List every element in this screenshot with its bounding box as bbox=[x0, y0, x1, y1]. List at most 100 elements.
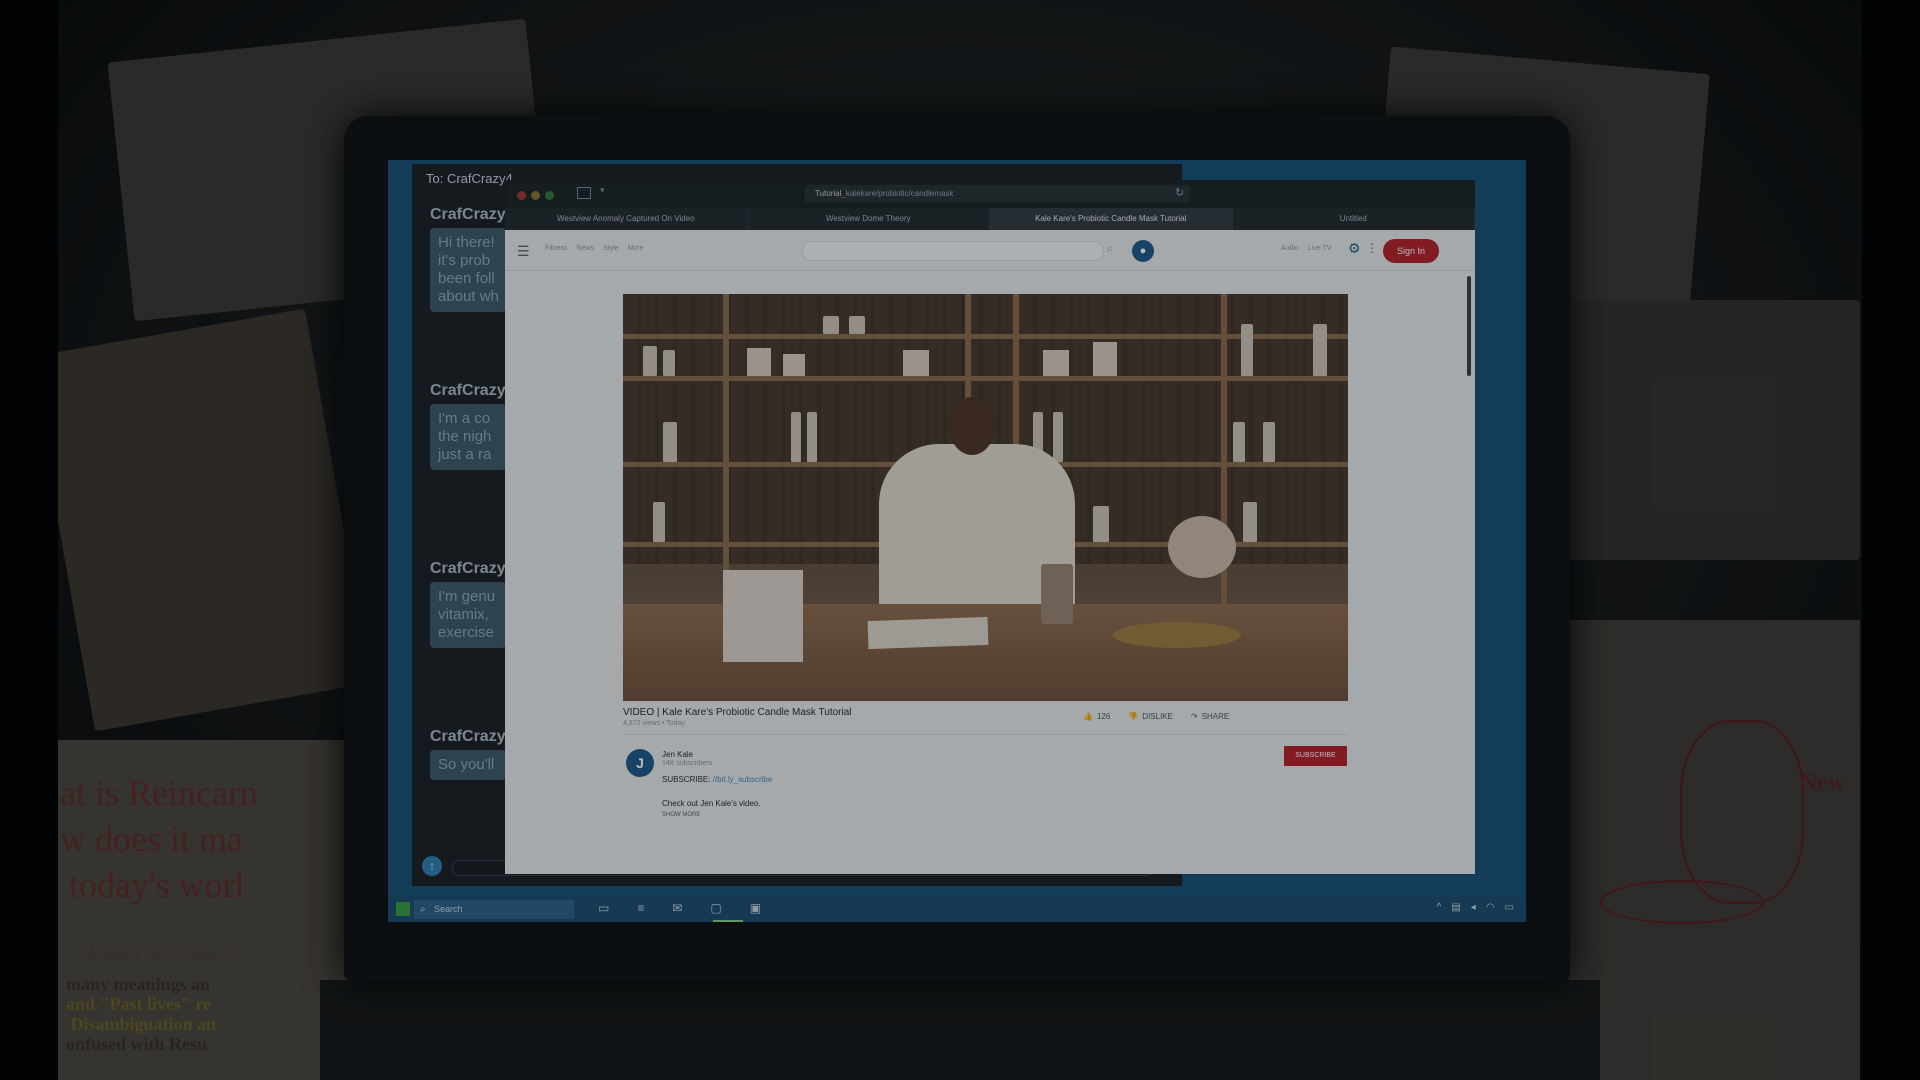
product-box bbox=[1093, 342, 1117, 376]
photo-icon[interactable]: ▣ bbox=[750, 901, 761, 915]
window-icon[interactable]: ▢ bbox=[710, 901, 721, 915]
background-paper bbox=[29, 308, 371, 732]
laptop-keyboard bbox=[320, 980, 1600, 1080]
search-icon: ⌕ bbox=[420, 904, 426, 915]
more-options-icon[interactable]: ⋮ bbox=[1366, 241, 1378, 255]
divider bbox=[623, 734, 1348, 735]
letterbox-right bbox=[1862, 0, 1920, 1080]
site-search-input[interactable] bbox=[802, 241, 1104, 261]
microphone-icon[interactable]: ● bbox=[1132, 240, 1154, 262]
letterbox-left bbox=[0, 0, 58, 1080]
hamburger-menu-icon[interactable]: ☰ bbox=[517, 243, 530, 260]
volume-icon[interactable]: ◂ bbox=[1471, 902, 1476, 913]
tab-westview-dome-theory[interactable]: Westview Dome Theory bbox=[747, 208, 990, 230]
browser-window[interactable]: ▾ Tutorial_kalekare/probiotic/candlemask… bbox=[505, 180, 1475, 874]
book-line: onfused with Resu bbox=[66, 1034, 208, 1054]
chat-bubble: I'm genu vitamix, exercise bbox=[430, 582, 506, 648]
chevron-up-icon[interactable]: ^ bbox=[1437, 902, 1442, 913]
chat-bubble: So you'll bbox=[430, 750, 506, 780]
browser-titlebar: ▾ Tutorial_kalekare/probiotic/candlemask… bbox=[505, 180, 1475, 208]
share-arrow-icon: ↷ bbox=[1190, 712, 1198, 721]
show-more-button[interactable]: SHOW MORE bbox=[662, 812, 700, 818]
mail-icon[interactable]: ✉ bbox=[672, 901, 682, 915]
list-icon[interactable]: ≡ bbox=[637, 901, 644, 915]
dislike-button[interactable]: 👎 DISLIKE bbox=[1128, 712, 1173, 721]
maximize-window-button[interactable] bbox=[545, 191, 554, 200]
product-bottle bbox=[1263, 422, 1275, 462]
notebook bbox=[867, 616, 989, 650]
nav-link-fitness[interactable]: Fitness bbox=[545, 245, 568, 252]
shelf-upright bbox=[723, 294, 729, 604]
description-text: Check out Jen Kale's video. bbox=[662, 799, 761, 808]
tab-untitled[interactable]: Untitled bbox=[1232, 208, 1475, 230]
url-host: Tutorial bbox=[815, 189, 842, 198]
channel-name[interactable]: Jen Kale bbox=[662, 750, 693, 759]
subscribe-link[interactable]: //bit.ly_subscribe bbox=[713, 775, 773, 784]
book-subtitle: A Study by Cynthia C bbox=[86, 944, 237, 963]
subscribe-button[interactable]: SUBSCRIBE bbox=[1284, 746, 1347, 766]
background-paper bbox=[1560, 300, 1860, 560]
sidebar-toggle-icon[interactable] bbox=[577, 187, 591, 199]
product-box bbox=[783, 354, 805, 376]
product-bottle bbox=[663, 350, 675, 376]
search-icon[interactable]: ⌕ bbox=[1107, 241, 1114, 256]
product-bottle bbox=[653, 502, 665, 542]
nav-link-live-tv[interactable]: Live TV bbox=[1308, 245, 1332, 252]
flower-vase bbox=[1168, 516, 1236, 578]
book-body: many meanings an and "Past lives" re Dis… bbox=[66, 974, 216, 1054]
book-line: many meanings an bbox=[66, 974, 211, 994]
tab-westview-anomaly[interactable]: Westview Anomaly Captured On Video bbox=[505, 208, 748, 230]
page-scrollbar[interactable] bbox=[1467, 276, 1471, 376]
nav-link-audio[interactable]: Audio bbox=[1281, 245, 1299, 252]
product-bottle bbox=[791, 412, 801, 462]
site-right-links: Audio Live TV bbox=[1281, 245, 1332, 252]
address-bar[interactable]: Tutorial_kalekare/probiotic/candlemask bbox=[805, 185, 1190, 203]
chat-bubble: Hi there! it's prob been foll about wh bbox=[430, 228, 506, 312]
taskbar: ⌕ Search ▭ ≡ ✉ ▢ ▣ ^ ▤ ◂ ◠ ▭ bbox=[388, 897, 1526, 922]
thumbs-up-icon: 👍 bbox=[1083, 712, 1093, 721]
site-nav-links: Fitness News Style More bbox=[545, 245, 644, 252]
book-heading: at is Reincarn w does it ma today's worl bbox=[60, 773, 258, 905]
channel-avatar[interactable]: J bbox=[626, 749, 654, 777]
product-jar bbox=[823, 316, 839, 334]
gear-icon[interactable]: ⚙ bbox=[1348, 240, 1361, 257]
nav-link-news[interactable]: News bbox=[577, 245, 595, 252]
product-bottle bbox=[643, 346, 657, 376]
product-box bbox=[1043, 350, 1069, 376]
product-bottle bbox=[1053, 412, 1063, 462]
video-site-page: ☰ Fitness News Style More ⌕ ● Audio Live… bbox=[505, 230, 1475, 874]
taskbar-search[interactable]: ⌕ Search bbox=[414, 900, 574, 919]
video-title: VIDEO | Kale Kare's Probiotic Candle Mas… bbox=[623, 707, 852, 718]
book-line: Disambiguation an bbox=[66, 1014, 217, 1034]
start-icon[interactable] bbox=[396, 902, 410, 916]
product-bottle bbox=[1233, 422, 1245, 462]
close-window-button[interactable] bbox=[517, 191, 526, 200]
share-button[interactable]: ↷ SHARE bbox=[1191, 712, 1229, 721]
product-box bbox=[903, 350, 929, 376]
site-top-nav: ☰ Fitness News Style More ⌕ ● Audio Live… bbox=[505, 230, 1475, 271]
folder-icon[interactable]: ▭ bbox=[598, 901, 609, 915]
share-label: SHARE bbox=[1201, 712, 1230, 721]
network-icon[interactable]: ▤ bbox=[1451, 902, 1460, 913]
product-box-stack bbox=[723, 570, 803, 662]
notification-icon[interactable]: ▭ bbox=[1505, 902, 1514, 913]
wifi-icon[interactable]: ◠ bbox=[1486, 902, 1495, 913]
nav-link-style[interactable]: Style bbox=[603, 245, 619, 252]
chevron-down-icon[interactable]: ▾ bbox=[600, 185, 605, 196]
dislike-label: DISLIKE bbox=[1142, 712, 1173, 721]
browser-tab-strip: Westview Anomaly Captured On Video Westv… bbox=[505, 208, 1475, 230]
product-bottle bbox=[1243, 502, 1257, 542]
presenter-head bbox=[949, 397, 995, 455]
video-views: 4,872 views • Today bbox=[623, 720, 685, 727]
product-bottle bbox=[1313, 324, 1327, 376]
like-button[interactable]: 👍 126 bbox=[1083, 712, 1110, 721]
thumbs-down-icon: 👎 bbox=[1128, 712, 1139, 721]
product-bottle bbox=[1093, 506, 1109, 542]
tab-candle-mask-tutorial[interactable]: Kale Kare's Probiotic Candle Mask Tutori… bbox=[990, 208, 1233, 230]
send-arrow-icon[interactable]: ↑ bbox=[422, 856, 442, 876]
sign-in-button[interactable]: Sign In bbox=[1383, 239, 1439, 263]
nav-link-more[interactable]: More bbox=[628, 245, 644, 252]
reload-icon[interactable]: ↻ bbox=[1175, 186, 1184, 199]
minimize-window-button[interactable] bbox=[531, 191, 540, 200]
video-player[interactable] bbox=[623, 294, 1348, 701]
